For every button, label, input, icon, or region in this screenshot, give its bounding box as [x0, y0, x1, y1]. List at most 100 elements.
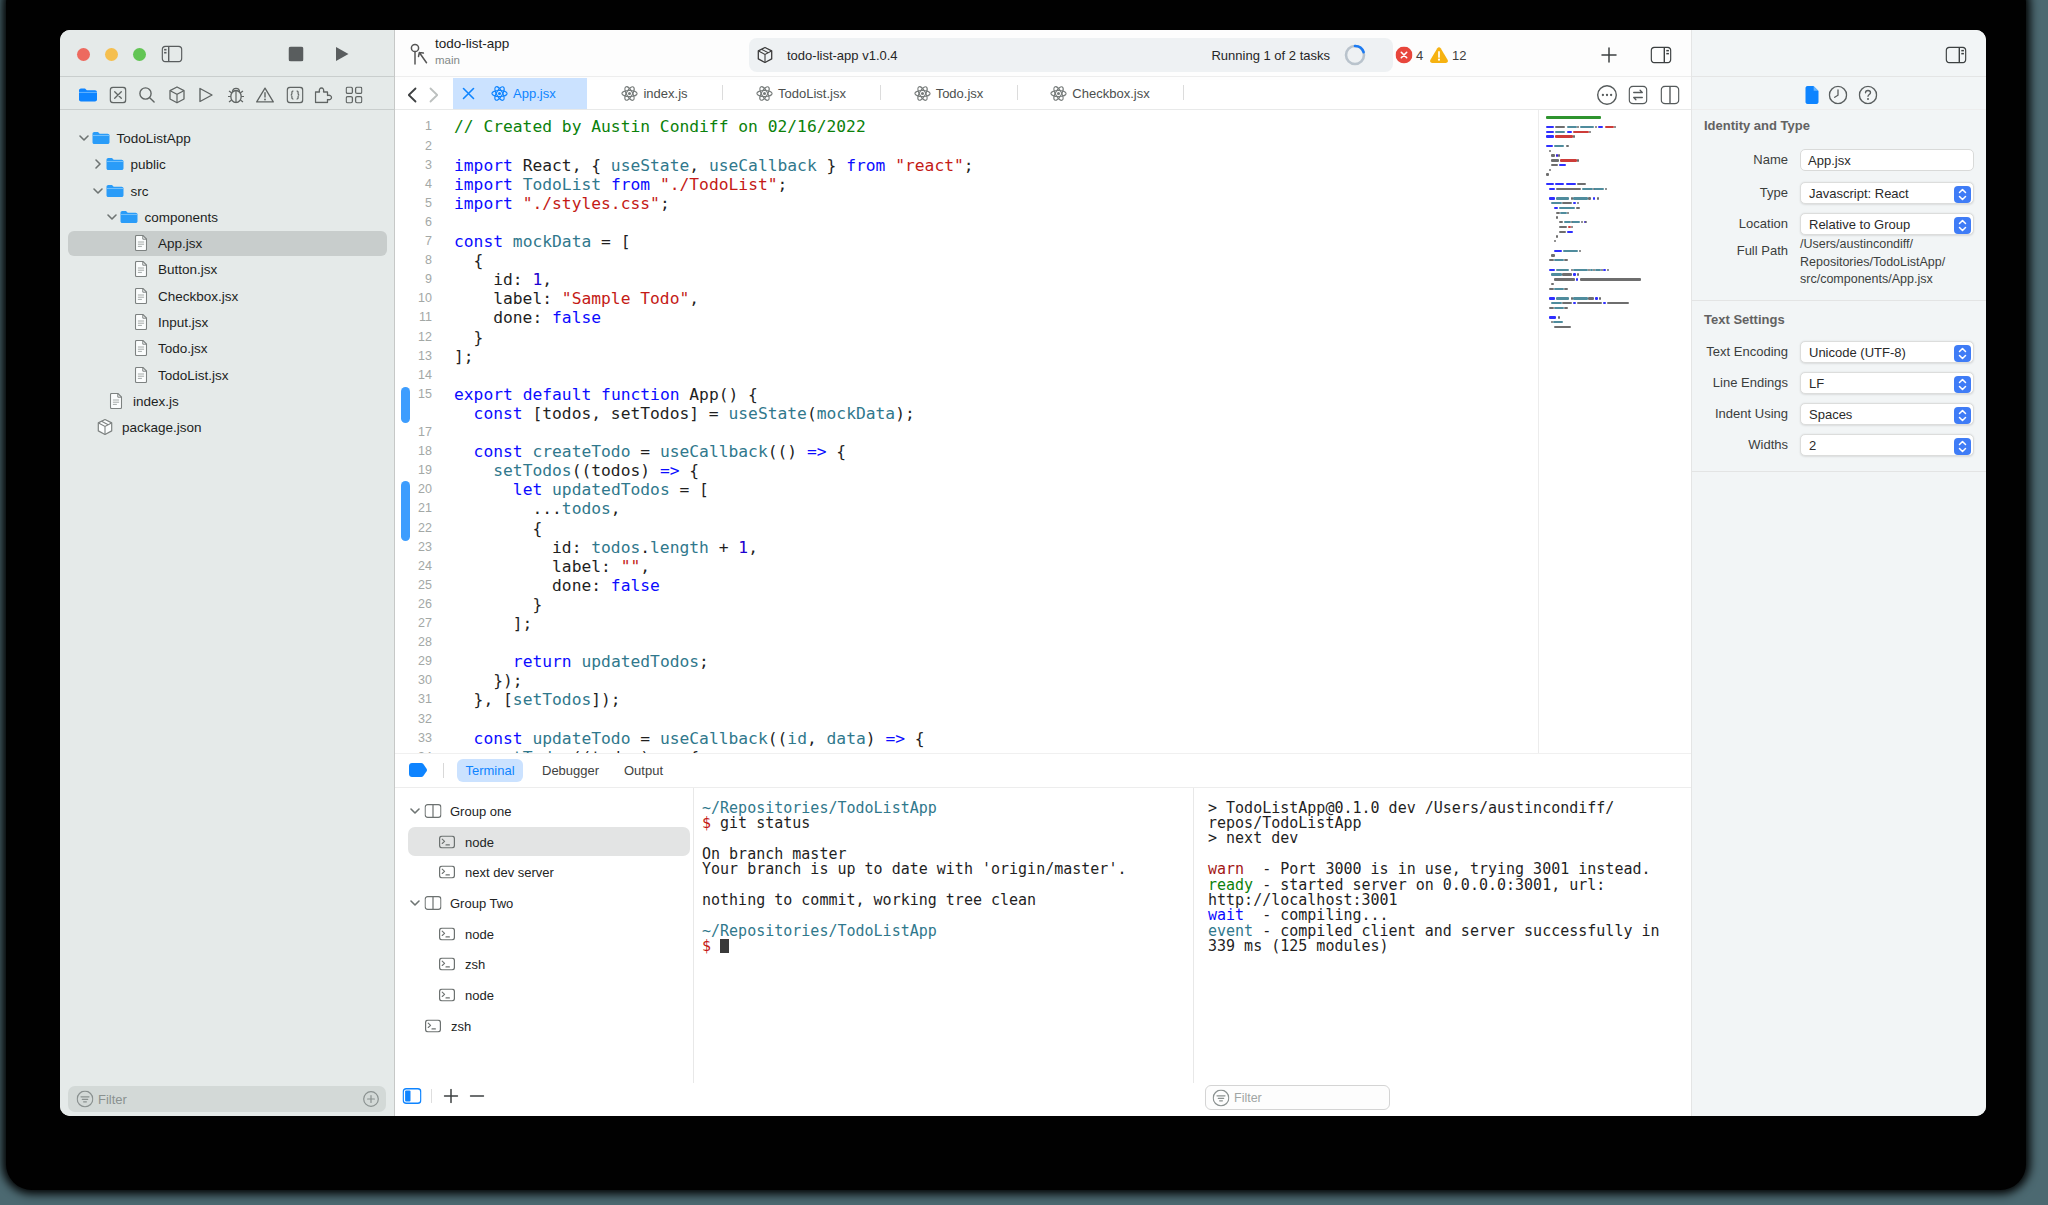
debug-breakpoint-icon[interactable]: [408, 762, 428, 778]
line-number: 30: [395, 671, 432, 690]
file-tree-item-src[interactable]: src: [60, 177, 394, 203]
warning-badge-icon[interactable]: [1430, 47, 1449, 64]
titlebar-divider: [395, 76, 1691, 77]
titlebar-divider: [60, 76, 394, 77]
editor-tab-app-jsx[interactable]: App.jsx: [453, 78, 587, 109]
toggle-terminal-sidebar-icon[interactable]: [403, 1088, 422, 1104]
terminal-session-group-two[interactable]: Group Two: [395, 888, 693, 919]
terminal-session-node[interactable]: node: [395, 826, 693, 857]
chevron-down-icon[interactable]: [93, 187, 104, 194]
terminal-session-zsh[interactable]: zsh: [395, 1011, 693, 1042]
history-inspector-tab-icon[interactable]: [1829, 86, 1848, 105]
file-tree-item-index-js[interactable]: index.js: [60, 388, 394, 414]
terminal-session-group-one[interactable]: Group one: [395, 796, 693, 827]
chevron-down-icon[interactable]: [107, 213, 118, 220]
code-line: 32: [395, 710, 1691, 729]
terminal-pane-divider[interactable]: [693, 788, 694, 1114]
navigator-search-icon[interactable]: [139, 86, 156, 103]
toggle-sidebar-icon[interactable]: [162, 46, 183, 63]
inspector-indent-using-dropdown[interactable]: Spaces: [1800, 403, 1974, 425]
add-tab-icon[interactable]: [1601, 47, 1618, 64]
close-tab-icon[interactable]: [462, 87, 475, 100]
line-number: 2: [395, 137, 432, 156]
tab-output[interactable]: Output: [624, 759, 663, 782]
code-line: 33 const updateTodo = useCallback((id, d…: [395, 729, 1691, 748]
chevron-down-icon[interactable]: [410, 900, 421, 907]
warning-count: 12: [1452, 48, 1466, 63]
terminal-session-node[interactable]: node: [395, 980, 693, 1011]
navigator-overview-icon[interactable]: [345, 86, 362, 103]
navigator-extensions-icon[interactable]: [315, 86, 334, 103]
code-line: 22 {: [395, 519, 1691, 538]
terminal-session-node[interactable]: node: [395, 918, 693, 949]
file-tree-item-app-jsx[interactable]: App.jsx: [60, 230, 394, 256]
file-tree-item-todolistapp[interactable]: TodoListApp: [60, 125, 394, 151]
tab-terminal[interactable]: Terminal: [457, 759, 523, 782]
code-editor[interactable]: 1// Created by Austin Condiff on 02/16/2…: [395, 109, 1691, 753]
editor-tab-checkbox-jsx[interactable]: Checkbox.jsx: [1017, 78, 1183, 109]
line-number: 7: [395, 232, 432, 251]
inspector-widths-dropdown[interactable]: 2: [1800, 434, 1974, 456]
editor-tab-index-js[interactable]: index.js: [587, 78, 722, 109]
more-options-icon[interactable]: [1597, 85, 1618, 106]
terminal-output-right[interactable]: > TodoListApp@0.1.0 dev /Users/austincon…: [1208, 801, 1688, 955]
editor-tab-todo-jsx[interactable]: Todo.jsx: [880, 78, 1017, 109]
file-tree-item-todolist-jsx[interactable]: TodoList.jsx: [60, 362, 394, 388]
file-tree-item-input-jsx[interactable]: Input.jsx: [60, 309, 394, 335]
add-filter-icon[interactable]: [363, 1091, 379, 1107]
file-tree-item-public[interactable]: public: [60, 151, 394, 177]
toggle-inspector-icon[interactable]: [1946, 47, 1967, 64]
terminal-session-next-dev-server[interactable]: next dev server: [395, 857, 693, 888]
tab-debugger[interactable]: Debugger: [542, 759, 599, 782]
add-terminal-icon[interactable]: [444, 1089, 459, 1104]
file-tree-item-button-jsx[interactable]: Button.jsx: [60, 256, 394, 282]
navigator-issues-icon[interactable]: [256, 86, 275, 103]
inspector-location-dropdown[interactable]: Relative to Group: [1800, 213, 1974, 235]
document-icon: [110, 393, 123, 409]
stop-button[interactable]: [289, 47, 304, 62]
help-inspector-tab-icon[interactable]: [1859, 86, 1878, 105]
forward-icon[interactable]: [429, 87, 439, 103]
minimap-line: [1573, 297, 1587, 299]
inspector-type-dropdown[interactable]: Javascript: React: [1800, 182, 1974, 204]
navigator-files-icon[interactable]: [79, 88, 98, 102]
split-editor-icon[interactable]: [1661, 86, 1680, 105]
error-badge-icon[interactable]: [1396, 47, 1413, 64]
terminal-icon: [439, 958, 455, 971]
sidebar-filter-field[interactable]: Filter: [68, 1086, 386, 1112]
navigator-packages-icon[interactable]: [168, 86, 185, 104]
chevron-right-icon[interactable]: [95, 159, 102, 170]
code-line: 17: [395, 423, 1691, 442]
terminal-filter-field[interactable]: Filter: [1205, 1085, 1390, 1110]
inspector-name-field[interactable]: App.jsx: [1800, 149, 1974, 171]
toggle-editor-panel-icon[interactable]: [1651, 47, 1672, 64]
run-button[interactable]: [335, 46, 350, 63]
inspector-text-encoding-dropdown[interactable]: Unicode (UTF-8): [1800, 341, 1974, 363]
minimap-line: [1549, 316, 1557, 318]
terminal-output-mid[interactable]: ~/Repositories/TodoListApp$ git statusOn…: [702, 801, 1182, 955]
file-inspector-tab-icon[interactable]: [1805, 86, 1820, 105]
chevron-down-icon[interactable]: [79, 134, 90, 141]
close-window-button[interactable]: [77, 48, 90, 61]
back-icon[interactable]: [407, 87, 417, 103]
inspector-line-endings-dropdown[interactable]: LF: [1800, 372, 1974, 394]
swap-editor-icon[interactable]: [1629, 86, 1648, 105]
minimize-window-button[interactable]: [105, 48, 118, 61]
file-tree-item-todo-jsx[interactable]: Todo.jsx: [60, 335, 394, 361]
remove-terminal-icon[interactable]: [470, 1089, 485, 1104]
navigator-snippets-icon[interactable]: [286, 86, 303, 103]
file-tree-item-components[interactable]: components: [60, 204, 394, 230]
editor-tab-todolist-jsx[interactable]: TodoList.jsx: [722, 78, 880, 109]
terminal-session-zsh[interactable]: zsh: [395, 949, 693, 980]
file-tree-item-checkbox-jsx[interactable]: Checkbox.jsx: [60, 283, 394, 309]
minimap-line: [1546, 131, 1554, 133]
terminal-pane-divider[interactable]: [1193, 788, 1194, 1114]
navigator-symbols-icon[interactable]: [109, 86, 126, 103]
navigator-debug-icon[interactable]: [227, 86, 245, 103]
file-tree-label: Todo.jsx: [158, 341, 208, 356]
status-pill[interactable]: todo-list-app v1.0.4 Running 1 of 2 task…: [749, 38, 1393, 72]
file-tree-item-package-json[interactable]: package.json: [60, 414, 394, 440]
chevron-down-icon[interactable]: [410, 807, 421, 814]
navigator-run-icon[interactable]: [199, 86, 214, 103]
zoom-window-button[interactable]: [133, 48, 146, 61]
